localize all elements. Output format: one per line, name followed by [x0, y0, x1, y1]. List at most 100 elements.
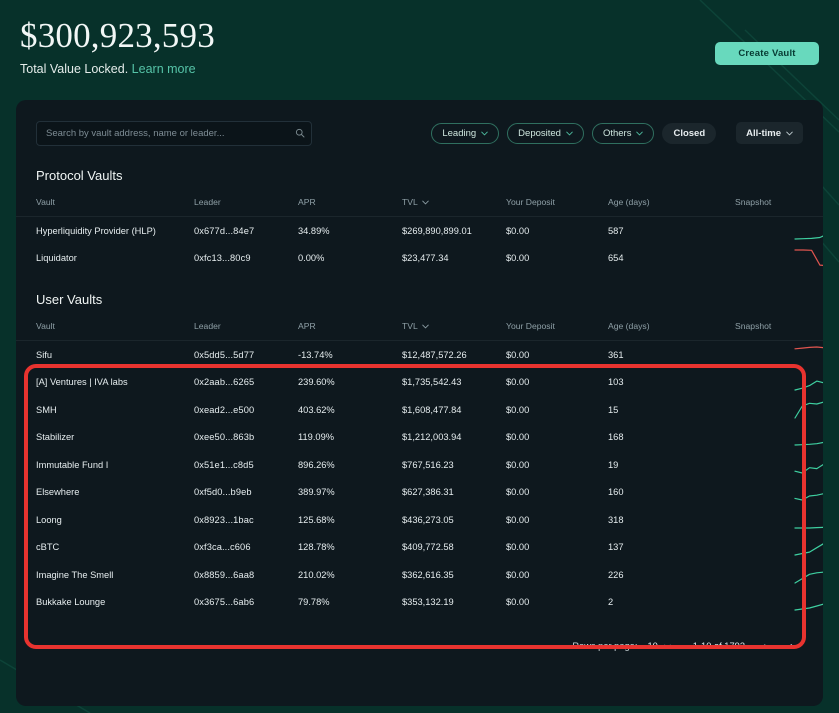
cell-apr: -13.74%	[298, 349, 333, 360]
protocol-vaults-table: Vault Leader APR TVL Your Deposit Age (d…	[16, 183, 823, 272]
cell-age: 137	[608, 542, 624, 553]
column-header-your-deposit[interactable]: Your Deposit	[506, 183, 608, 217]
cell-leader: 0xead2...e500	[194, 404, 255, 415]
snapshot-sparkline	[794, 401, 823, 419]
cell-snapshot	[735, 451, 823, 479]
chevron-down-icon	[566, 131, 573, 136]
filter-chip-deposited[interactable]: Deposited	[507, 122, 584, 144]
cell-apr: 125.68%	[298, 514, 335, 525]
table-row[interactable]: Bukkake Lounge 0x3675...6ab6 79.78% $353,13…	[16, 589, 823, 617]
table-row[interactable]: cBTC 0xf3ca...c606 128.78% $409,772.58 $0.00…	[16, 534, 823, 562]
table-row[interactable]: Loong 0x8923...1bac 125.68% $436,273.05 $0.0…	[16, 506, 823, 534]
cell-your-deposit: $0.00	[506, 514, 530, 525]
cell-leader: 0xf3ca...c606	[194, 542, 251, 553]
cell-leader: 0x677d...84e7	[194, 225, 255, 236]
cell-tvl: $627,386.31	[402, 487, 454, 498]
search-field-wrapper	[36, 120, 312, 146]
snapshot-sparkline	[794, 463, 823, 474]
time-range-selector[interactable]: All-time	[736, 122, 803, 144]
cell-age: 226	[608, 569, 624, 580]
pagination-range: 1-10 of 1793	[692, 641, 745, 651]
column-header-tvl[interactable]: TVL	[402, 307, 506, 341]
rows-per-page-select[interactable]: 10	[647, 641, 671, 651]
cell-your-deposit: $0.00	[506, 459, 530, 470]
column-header-your-deposit[interactable]: Your Deposit	[506, 307, 608, 341]
cell-snapshot	[735, 589, 823, 617]
table-row[interactable]: [A] Ventures | IVA labs 0x2aab...6265 239.…	[16, 369, 823, 397]
column-header-age[interactable]: Age (days)	[608, 307, 735, 341]
table-row[interactable]: Elsewhere 0xf5d0...b9eb 389.97% $627,386.31…	[16, 479, 823, 507]
chevron-down-icon	[481, 131, 488, 136]
table-row[interactable]: Immutable Fund I 0x51e1...c8d5 896.26% $767…	[16, 451, 823, 479]
learn-more-link[interactable]: Learn more	[132, 62, 196, 76]
total-value-locked-amount: $300,923,593	[20, 16, 215, 55]
column-header-tvl[interactable]: TVL	[402, 183, 506, 217]
cell-your-deposit: $0.00	[506, 349, 530, 360]
user-vaults-title: User Vaults	[36, 292, 103, 307]
cell-tvl: $1,212,003.94	[402, 432, 462, 443]
column-header-vault[interactable]: Vault	[16, 307, 194, 341]
cell-vault: Bukkake Lounge	[36, 597, 106, 608]
cell-leader: 0xee50...863b	[194, 432, 255, 443]
column-header-apr[interactable]: APR	[298, 183, 402, 217]
chevron-down-icon	[422, 324, 429, 329]
cell-age: 2	[608, 597, 614, 608]
snapshot-sparkline	[794, 235, 823, 240]
cell-apr: 79.78%	[298, 597, 330, 608]
column-header-vault[interactable]: Vault	[16, 183, 194, 217]
cell-age: 654	[608, 253, 624, 264]
cell-snapshot	[735, 217, 823, 245]
previous-page-button[interactable]: ‹	[755, 637, 773, 655]
cell-apr: 896.26%	[298, 459, 335, 470]
time-range-label: All-time	[746, 127, 781, 139]
table-row[interactable]: Sifu 0x5dd5...5d77 -13.74% $12,487,572.26 $0…	[16, 341, 823, 369]
cell-your-deposit: $0.00	[506, 432, 530, 443]
filter-chip-others[interactable]: Others	[591, 122, 655, 144]
cell-age: 19	[608, 459, 619, 470]
column-header-age[interactable]: Age (days)	[608, 183, 735, 217]
column-header-apr[interactable]: APR	[298, 307, 402, 341]
column-header-leader[interactable]: Leader	[194, 307, 298, 341]
cell-snapshot	[735, 424, 823, 452]
search-input[interactable]	[36, 120, 312, 146]
cell-leader: 0x3675...6ab6	[194, 597, 255, 608]
cell-tvl: $23,477.34	[402, 253, 449, 264]
page-header: $300,923,593 Total Value Locked. Learn m…	[0, 0, 839, 84]
snapshot-sparkline	[794, 526, 823, 529]
cell-leader: 0x5dd5...5d77	[194, 349, 255, 360]
table-row[interactable]: Imagine The Smell 0x8859...6aa8 210.02% $36…	[16, 561, 823, 589]
snapshot-sparkline	[794, 442, 823, 446]
cell-vault: Immutable Fund I	[36, 459, 109, 470]
table-row[interactable]: Liquidator 0xfc13...80c9 0.00% $23,477.34 $0…	[16, 245, 823, 273]
chevron-down-icon	[786, 131, 793, 136]
cell-apr: 0.00%	[298, 253, 325, 264]
cell-vault: Sifu	[36, 349, 53, 360]
next-page-button[interactable]: ›	[783, 637, 801, 655]
create-vault-button[interactable]: Create Vault	[715, 42, 819, 65]
table-row[interactable]: SMH 0xead2...e500 403.62% $1,608,477.84 $0.0…	[16, 396, 823, 424]
snapshot-sparkline	[794, 571, 823, 584]
table-header-row: Vault Leader APR TVL Your Deposit Age (d…	[16, 307, 823, 341]
cell-snapshot	[735, 534, 823, 562]
cell-apr: 128.78%	[298, 542, 335, 553]
cell-tvl: $436,273.05	[402, 514, 454, 525]
cell-vault: Elsewhere	[36, 487, 80, 498]
table-footer: Rows per page: 10 1-10 of 1793 ‹ ›	[16, 626, 823, 666]
filter-chip-leading[interactable]: Leading	[431, 122, 500, 144]
snapshot-sparkline	[794, 380, 823, 391]
cell-leader: 0xfc13...80c9	[194, 253, 251, 264]
table-row[interactable]: Hyperliquidity Provider (HLP) 0x677d...84…	[16, 217, 823, 245]
cell-apr: 210.02%	[298, 569, 335, 580]
table-row[interactable]: Stabilizer 0xee50...863b 119.09% $1,212,003…	[16, 424, 823, 452]
chevron-down-icon	[422, 200, 429, 205]
snapshot-sparkline	[794, 603, 823, 611]
cell-apr: 403.62%	[298, 404, 335, 415]
column-header-leader[interactable]: Leader	[194, 183, 298, 217]
chevron-down-icon	[636, 131, 644, 136]
cell-your-deposit: $0.00	[506, 487, 530, 498]
cell-vault: Loong	[36, 514, 62, 525]
cell-your-deposit: $0.00	[506, 569, 530, 580]
filter-chip-closed[interactable]: Closed	[662, 122, 717, 144]
cell-snapshot	[735, 479, 823, 507]
cell-apr: 239.60%	[298, 377, 335, 388]
